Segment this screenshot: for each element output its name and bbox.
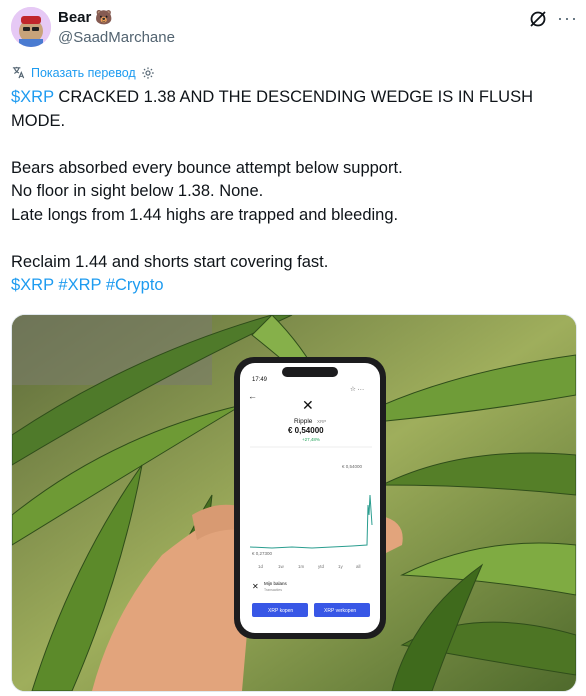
range-all: all [356,564,361,569]
tweet-body: Bears absorbed every bounce attempt belo… [11,158,403,271]
tweet-text: $XRP CRACKED 1.38 AND THE DESCENDING WED… [11,86,571,298]
hashtag-link[interactable]: #Crypto [106,276,164,294]
more-options-icon[interactable]: ··· [557,8,578,29]
range-1d: 1d [258,564,264,569]
photo-canvas: 17:49 ← ☆ ··· ✕ Ripple XRP € 0,54000 +27… [12,315,576,691]
range-1m: 1m [298,564,305,569]
hashtag-link[interactable]: #XRP [58,276,101,294]
coin-change: +27,48% [302,437,320,442]
author-handle[interactable]: @SaadMarchane [58,29,175,46]
balance-label: Mijn balans [264,581,288,586]
tweet-media-photo[interactable]: 17:49 ← ☆ ··· ✕ Ripple XRP € 0,54000 +27… [11,314,577,692]
tweet-line-1: CRACKED 1.38 AND THE DESCENDING WEDGE IS… [11,88,538,130]
coin-price: € 0,54000 [288,426,324,435]
sell-label: XRP verkopen [324,608,356,614]
balance-sub: Transacties [264,588,282,592]
cashtag-link[interactable]: $XRP [11,88,54,106]
settings-gear-icon[interactable] [141,66,155,80]
coin-name: Ripple [294,418,313,425]
range-1y: 1y [338,564,344,569]
author-name-text[interactable]: Bear [58,9,91,26]
range-ytd: ytd [318,564,325,569]
bear-emoji: 🐻 [95,9,113,25]
svg-text:←: ← [248,391,257,401]
range-1w: 1w [278,564,285,569]
hashtag-link[interactable]: $XRP [11,276,54,294]
coin-symbol: XRP [317,419,326,424]
chart-high: € 0,54000 [342,464,363,469]
phone: 17:49 ← ☆ ··· ✕ Ripple XRP € 0,54000 +27… [234,357,386,639]
svg-text:✕: ✕ [252,582,259,591]
author-name[interactable]: Bear 🐻 [58,9,113,26]
chart-low: € 0,27300 [252,551,273,556]
grok-icon[interactable] [528,9,548,29]
translate-icon [12,66,25,79]
translate-label[interactable]: Показать перевод [31,66,136,80]
buy-label: XRP kopen [268,608,293,614]
translate-link[interactable]: Показать перевод [11,65,155,80]
avatar[interactable] [11,7,51,47]
svg-text:☆ ···: ☆ ··· [350,385,364,393]
svg-text:✕: ✕ [302,397,314,413]
phone-time: 17:49 [252,377,268,383]
